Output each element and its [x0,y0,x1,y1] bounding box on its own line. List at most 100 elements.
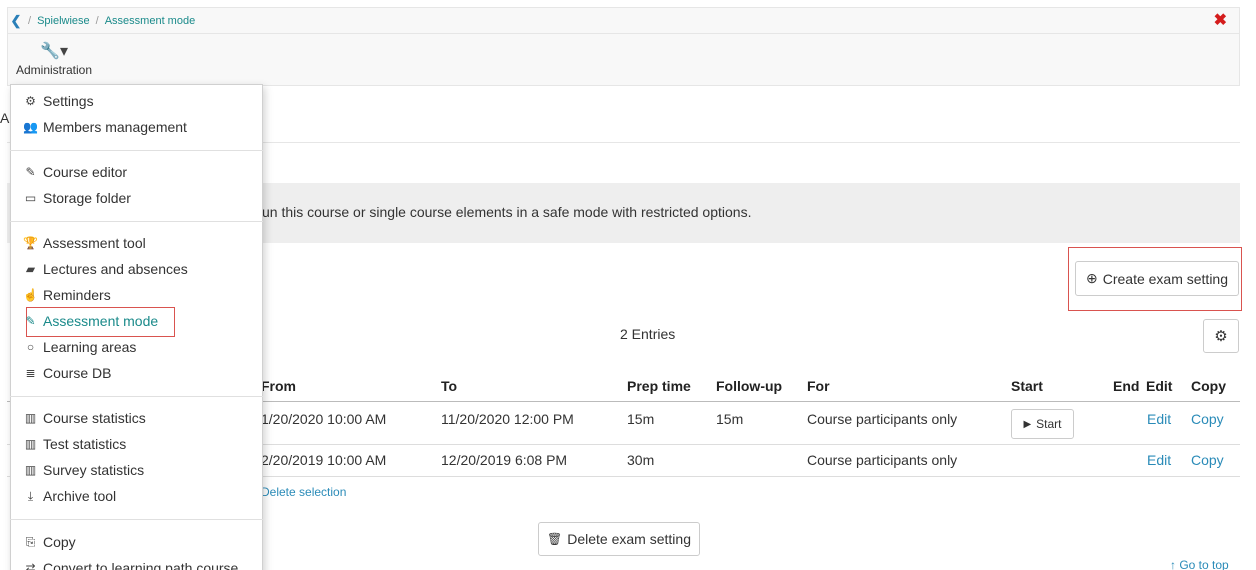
database-icon: ≣ [25,366,36,380]
copy-icon: ⎘ [25,534,36,549]
menu-item-label: Course statistics [43,410,146,426]
menu-item-storage-folder[interactable]: ▭ Storage folder [23,188,131,208]
menu-item-label: Assessment mode [43,313,159,329]
cell-to: 12/20/2019 6:08 PM [441,452,568,468]
menu-item-course-db[interactable]: ≣ Course DB [23,363,111,383]
administration-button[interactable]: 🔧▾ Administration [9,41,99,77]
menu-item-archive-tool[interactable]: ⤓ Archive tool [23,486,116,506]
back-icon[interactable]: ❮ [10,13,22,29]
gear-icon: ⚙ [1214,328,1228,345]
bar-chart-icon: ▥ [24,437,37,451]
menu-item-convert-to-learning-path[interactable]: ⇄ Convert to learning path course [23,558,238,570]
column-header-follow-up[interactable]: Follow-up [716,378,782,394]
folder-icon: ▭ [24,191,37,205]
column-header-prep-time[interactable]: Prep time [627,378,691,394]
menu-item-label: Course editor [43,164,128,180]
menu-item-assessment-mode[interactable]: ✎ Assessment mode [23,311,158,331]
cell-follow-up: 15m [716,411,744,427]
copy-link[interactable]: Copy [1191,452,1224,468]
menu-item-label: Storage folder [43,190,131,206]
column-header-edit: Edit [1146,378,1173,394]
start-label: Start [1036,417,1062,431]
cell-for: Course participants only [807,452,958,468]
breadcrumb-item-spielwiese[interactable]: Spielwiese [37,15,90,27]
menu-separator [10,221,263,222]
menu-item-label: Copy [43,534,76,550]
menu-item-learning-areas[interactable]: ○ Learning areas [23,337,137,357]
edit-link[interactable]: Edit [1147,411,1171,427]
cell-for: Course participants only [807,411,958,427]
bar-chart-icon: ▥ [24,463,37,477]
info-text: un this course or single course elements… [262,204,752,220]
edit-icon: ✎ [25,314,36,328]
users-icon: 👥 [23,120,38,134]
menu-separator [10,396,263,397]
plus-circle-icon: ⊕ [1085,270,1098,286]
cell-prep-time: 15m [627,411,655,427]
menu-item-label: Test statistics [43,436,127,452]
breadcrumb-separator: / [28,14,32,27]
page-title-fragment: A [0,110,10,126]
menu-item-label: Lectures and absences [43,261,188,277]
menu-item-settings[interactable]: ⚙ Settings [23,91,94,111]
delete-exam-setting-button[interactable]: 🗑 Delete exam setting [538,522,700,556]
course-toolbar: ❮ / Spielwiese / Assessment mode ✖ 🔧▾ Ad… [7,7,1240,86]
start-button[interactable]: ▶ Start [1011,409,1074,439]
menu-item-course-editor[interactable]: ✎ Course editor [23,162,127,182]
menu-item-label: Survey statistics [43,462,145,478]
table-settings-button[interactable]: ⚙ [1203,319,1239,353]
menu-item-copy[interactable]: ⎘ Copy [23,532,76,552]
menu-item-label: Settings [43,93,94,109]
book-icon: ▰ [25,262,36,276]
copy-link[interactable]: Copy [1191,411,1224,427]
edit-icon: ✎ [25,165,36,179]
menu-item-label: Archive tool [43,488,117,504]
menu-item-label: Convert to learning path course [43,560,239,570]
hand-pointer-icon: ☝ [23,288,38,302]
column-header-for[interactable]: For [807,378,830,394]
menu-item-members-management[interactable]: 👥 Members management [23,117,187,137]
entries-count: 2 Entries [620,326,676,342]
column-header-from[interactable]: From [261,378,296,394]
cell-prep-time: 30m [627,452,655,468]
menu-item-label: Reminders [43,287,111,303]
trash-icon: 🗑 [547,532,563,546]
delete-selection-link[interactable]: Delete selection [261,485,346,499]
cogs-icon: ⚙ [25,94,36,108]
menu-separator [10,519,263,520]
column-header-to[interactable]: To [441,378,457,394]
menu-separator [10,150,263,151]
menu-item-course-statistics[interactable]: ▥ Course statistics [23,408,146,428]
cell-to: 11/20/2020 12:00 PM [441,411,574,427]
download-icon: ⤓ [27,488,34,503]
menu-item-label: Learning areas [43,339,137,355]
menu-item-test-statistics[interactable]: ▥ Test statistics [23,434,126,454]
circle-icon: ○ [26,340,35,354]
column-header-start: Start [1011,378,1043,394]
menu-item-label: Assessment tool [43,235,146,251]
cell-from: 2/20/2019 10:00 AM [261,452,387,468]
column-header-copy: Copy [1191,378,1226,394]
play-icon: ▶ [1023,418,1032,430]
edit-link[interactable]: Edit [1147,452,1171,468]
breadcrumb-item-assessment-mode[interactable]: Assessment mode [105,15,195,27]
create-exam-setting-button[interactable]: ⊕ Create exam setting [1075,261,1239,296]
menu-item-reminders[interactable]: ☝ Reminders [23,285,111,305]
administration-label: Administration [15,63,93,77]
cell-from: 1/20/2020 10:00 AM [261,411,387,427]
bar-chart-icon: ▥ [24,411,37,425]
menu-item-label: Members management [43,119,187,135]
breadcrumb-separator: / [95,14,99,27]
column-header-end: End [1113,378,1140,394]
trophy-icon: 🏆 [23,236,38,250]
create-exam-setting-label: Create exam setting [1102,270,1229,287]
go-to-top-link[interactable]: ↑ Go to top [1170,558,1229,570]
delete-exam-setting-label: Delete exam setting [567,531,691,547]
menu-item-survey-statistics[interactable]: ▥ Survey statistics [23,460,144,480]
menu-item-lectures-and-absences[interactable]: ▰ Lectures and absences [23,259,188,279]
close-icon[interactable]: ✖ [1214,13,1227,29]
breadcrumb: ❮ / Spielwiese / Assessment mode [8,8,1239,34]
wrench-icon: 🔧▾ [40,43,68,60]
menu-item-label: Course DB [43,365,112,381]
menu-item-assessment-tool[interactable]: 🏆 Assessment tool [23,233,146,253]
